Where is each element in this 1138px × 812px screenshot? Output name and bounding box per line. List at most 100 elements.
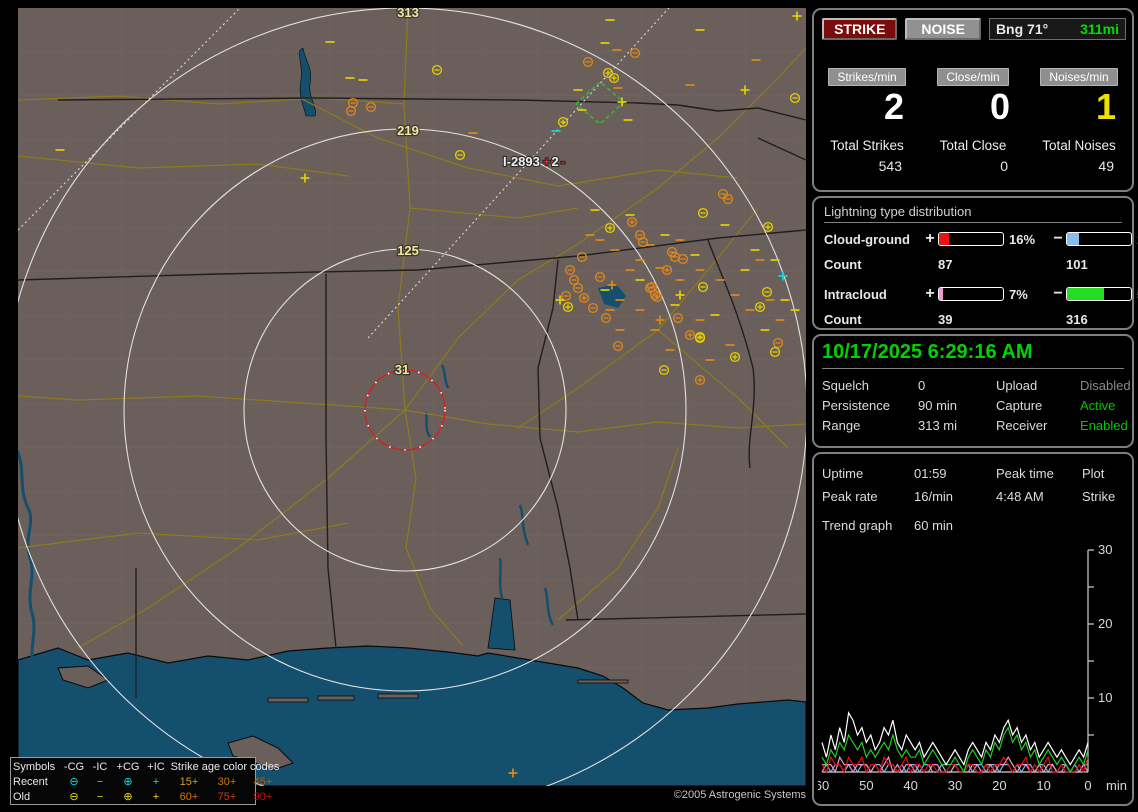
- noises-per-min-chip[interactable]: Noises/min: [1040, 68, 1118, 86]
- svg-text:20: 20: [1098, 616, 1112, 631]
- receiver-label: Receiver: [996, 417, 1048, 433]
- plot-label: Plot: [1082, 466, 1105, 481]
- range-value: 313 mi: [918, 417, 958, 433]
- cloud-ground-label: Cloud-ground: [824, 231, 910, 247]
- close-per-min-value: 0: [989, 86, 1010, 127]
- strikes-per-min-value: 2: [883, 86, 904, 127]
- squelch-value: 0: [918, 377, 926, 393]
- capture-value: Active: [1080, 397, 1116, 413]
- persistence-value: 90 min: [918, 397, 958, 413]
- cg-negative-count: 101: [1066, 256, 1088, 272]
- svg-text:min: min: [1106, 778, 1127, 793]
- capture-label: Capture: [996, 397, 1043, 413]
- barrier-island: [317, 695, 355, 701]
- ic-positive-bar: [938, 287, 1004, 301]
- total-close-label: Total Close: [939, 138, 1007, 153]
- count-label: Count: [824, 311, 862, 327]
- svg-text:30: 30: [1098, 542, 1112, 557]
- peak-time-label: Peak time: [996, 466, 1054, 481]
- trend-graph: 10 20 30 60 50 40 30 20 10 0 min: [818, 542, 1127, 793]
- distribution-panel: Lightning type distribution Cloud-ground…: [812, 196, 1138, 330]
- trend-graph-value: 60 min: [914, 517, 954, 533]
- receiver-value: Enabled: [1080, 417, 1128, 433]
- bearing-display: Bng 71° 311mi: [988, 18, 1127, 40]
- cg-negative-pct: 19%: [1132, 232, 1138, 247]
- copyright-text: ©2005 Astrogenic Systems: [673, 789, 806, 801]
- total-strikes-label: Total Strikes: [830, 138, 904, 153]
- bearing-label: Bng 71°: [995, 21, 1049, 37]
- svg-text:10: 10: [1098, 690, 1112, 705]
- age-15: 15+: [179, 775, 199, 788]
- trend-panel: Uptime 01:59 Peak time Plot Peak rate 16…: [812, 452, 1134, 806]
- minus-icon: −: [96, 790, 104, 803]
- app-window: 313 219 125 31 I-2893 +2- Symbols -CG -IC…: [0, 0, 1138, 812]
- peak-rate-value: 16/min: [914, 489, 954, 504]
- datetime-display: 10/17/2025 6:29:16 AM: [822, 341, 1124, 369]
- trend-graph-label: Trend graph: [822, 517, 893, 533]
- total-strikes-value: 543: [878, 158, 902, 174]
- barrier-island: [577, 679, 629, 684]
- circle-plus-icon: ⊕: [123, 791, 133, 803]
- svg-text:20: 20: [992, 778, 1006, 793]
- ring-label-219: 219: [397, 123, 419, 138]
- legend-header-pcg: +CG: [116, 760, 140, 773]
- storm-cell-label: I-2893 +2-: [503, 154, 565, 169]
- upload-value: Disabled: [1080, 377, 1131, 393]
- total-noises-value: 49: [1098, 158, 1114, 174]
- map-canvas[interactable]: 313 219 125 31 I-2893 +2-: [2, 0, 808, 812]
- uptime-value: 01:59: [914, 466, 947, 481]
- ring-label-31: 31: [395, 362, 409, 377]
- ic-negative-pct: 58%: [1132, 287, 1138, 302]
- svg-text:30: 30: [948, 778, 962, 793]
- minus-sign: −: [1053, 285, 1063, 302]
- age-60: 60+: [179, 790, 199, 803]
- age-45: 45+: [253, 775, 273, 788]
- svg-text:0: 0: [1084, 778, 1091, 793]
- svg-text:50: 50: [859, 778, 873, 793]
- minus-sign: −: [1053, 230, 1063, 247]
- peak-rate-label: Peak rate: [822, 489, 878, 504]
- age-90: 90+: [253, 790, 273, 803]
- legend-header-ncg: -CG: [63, 760, 85, 773]
- close-per-min-chip[interactable]: Close/min: [937, 68, 1009, 86]
- count-label: Count: [824, 256, 862, 272]
- legend-age-title: Strike age color codes: [170, 760, 280, 773]
- circle-minus-icon: ⊖: [69, 776, 79, 788]
- cg-negative-bar: [1066, 232, 1132, 246]
- noises-per-min-value: 1: [1095, 86, 1116, 127]
- total-close-value: 0: [1000, 158, 1008, 174]
- plus-icon: +: [152, 790, 160, 803]
- circle-plus-icon: ⊕: [123, 776, 133, 788]
- cg-positive-bar: [938, 232, 1004, 246]
- rates-panel: STRIKE NOISE Bng 71° 311mi Strikes/min C…: [812, 8, 1134, 192]
- status-panel: 10/17/2025 6:29:16 AM Squelch 0 Upload D…: [812, 334, 1134, 448]
- strike-button[interactable]: STRIKE: [822, 18, 898, 40]
- age-75: 75+: [217, 790, 237, 803]
- uptime-label: Uptime: [822, 466, 864, 481]
- barrier-island: [377, 693, 419, 699]
- svg-text:10: 10: [1036, 778, 1050, 793]
- plus-sign: +: [925, 230, 935, 247]
- map-symbol-legend: Symbols -CG -IC +CG +IC Strike age color…: [10, 757, 279, 805]
- squelch-label: Squelch: [822, 377, 869, 393]
- total-noises-label: Total Noises: [1042, 138, 1116, 153]
- plus-icon: +: [152, 775, 160, 788]
- ic-negative-count: 316: [1066, 311, 1088, 327]
- trend-axis-labels: 10 20 30 60 50 40 30 20 10 0 min: [818, 542, 1127, 793]
- minus-icon: −: [96, 775, 104, 788]
- age-30: 30+: [217, 775, 237, 788]
- ic-negative-bar: [1066, 287, 1132, 301]
- plot-value: Strike: [1082, 489, 1116, 504]
- distribution-title: Lightning type distribution: [824, 204, 1122, 223]
- noise-button[interactable]: NOISE: [905, 18, 981, 40]
- ring-label-313: 313: [397, 8, 419, 20]
- legend-header-nic: -IC: [92, 760, 108, 773]
- upload-label: Upload: [996, 377, 1038, 393]
- ic-positive-pct: 7%: [1009, 286, 1028, 302]
- svg-text:40: 40: [903, 778, 917, 793]
- lightning-map[interactable]: 313 219 125 31 I-2893 +2-: [2, 0, 808, 812]
- peak-time-value: 4:48 AM: [996, 489, 1044, 504]
- strikes-per-min-chip[interactable]: Strikes/min: [828, 68, 906, 86]
- legend-row-recent: Recent: [13, 775, 48, 788]
- barrier-island: [267, 697, 309, 703]
